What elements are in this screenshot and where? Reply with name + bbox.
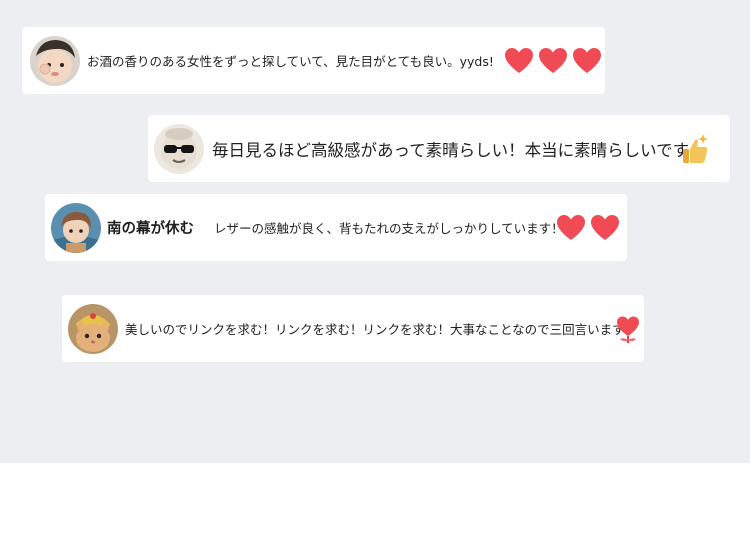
avatar[interactable] bbox=[30, 35, 80, 86]
comment-author[interactable]: 南の幕が休む bbox=[107, 217, 194, 238]
avatar[interactable] bbox=[51, 202, 101, 253]
avatar[interactable] bbox=[154, 123, 204, 174]
comment-card: 毎日見るほど高級感があって素晴らしい！本当に素晴らしいです bbox=[148, 115, 730, 182]
heart-icon bbox=[572, 47, 602, 75]
comment-card: 南の幕が休む レザーの感触が良く、背もたれの支えがしっかりしています！ bbox=[45, 194, 627, 261]
comment-text: お酒の香りのある女性をずっと探していて、見た目がとても良い。yyds! bbox=[87, 54, 494, 69]
comment-text: 毎日見るほど高級感があって素晴らしい！本当に素晴らしいです bbox=[212, 140, 690, 160]
thumbs-up-sparkle-icon bbox=[681, 132, 711, 166]
reaction-group bbox=[504, 47, 602, 75]
reaction-group bbox=[556, 214, 620, 242]
comment-text: レザーの感触が良く、背もたれの支えがしっかりしています！ bbox=[214, 221, 564, 236]
heart-icon bbox=[590, 214, 620, 242]
heart-icon bbox=[556, 214, 586, 242]
heart-flower-icon bbox=[615, 314, 641, 344]
heart-icon bbox=[504, 47, 534, 75]
comment-text: 美しいのでリンクを求む！リンクを求む！リンクを求む！大事なことなので三回言います bbox=[125, 322, 625, 337]
avatar[interactable] bbox=[68, 303, 118, 354]
comment-feed: お酒の香りのある女性をずっと探していて、見た目がとても良い。yyds! 毎日見る… bbox=[0, 0, 750, 463]
comment-card: お酒の香りのある女性をずっと探していて、見た目がとても良い。yyds! bbox=[22, 27, 605, 94]
comment-card: 美しいのでリンクを求む！リンクを求む！リンクを求む！大事なことなので三回言います bbox=[62, 295, 644, 362]
heart-icon bbox=[538, 47, 568, 75]
